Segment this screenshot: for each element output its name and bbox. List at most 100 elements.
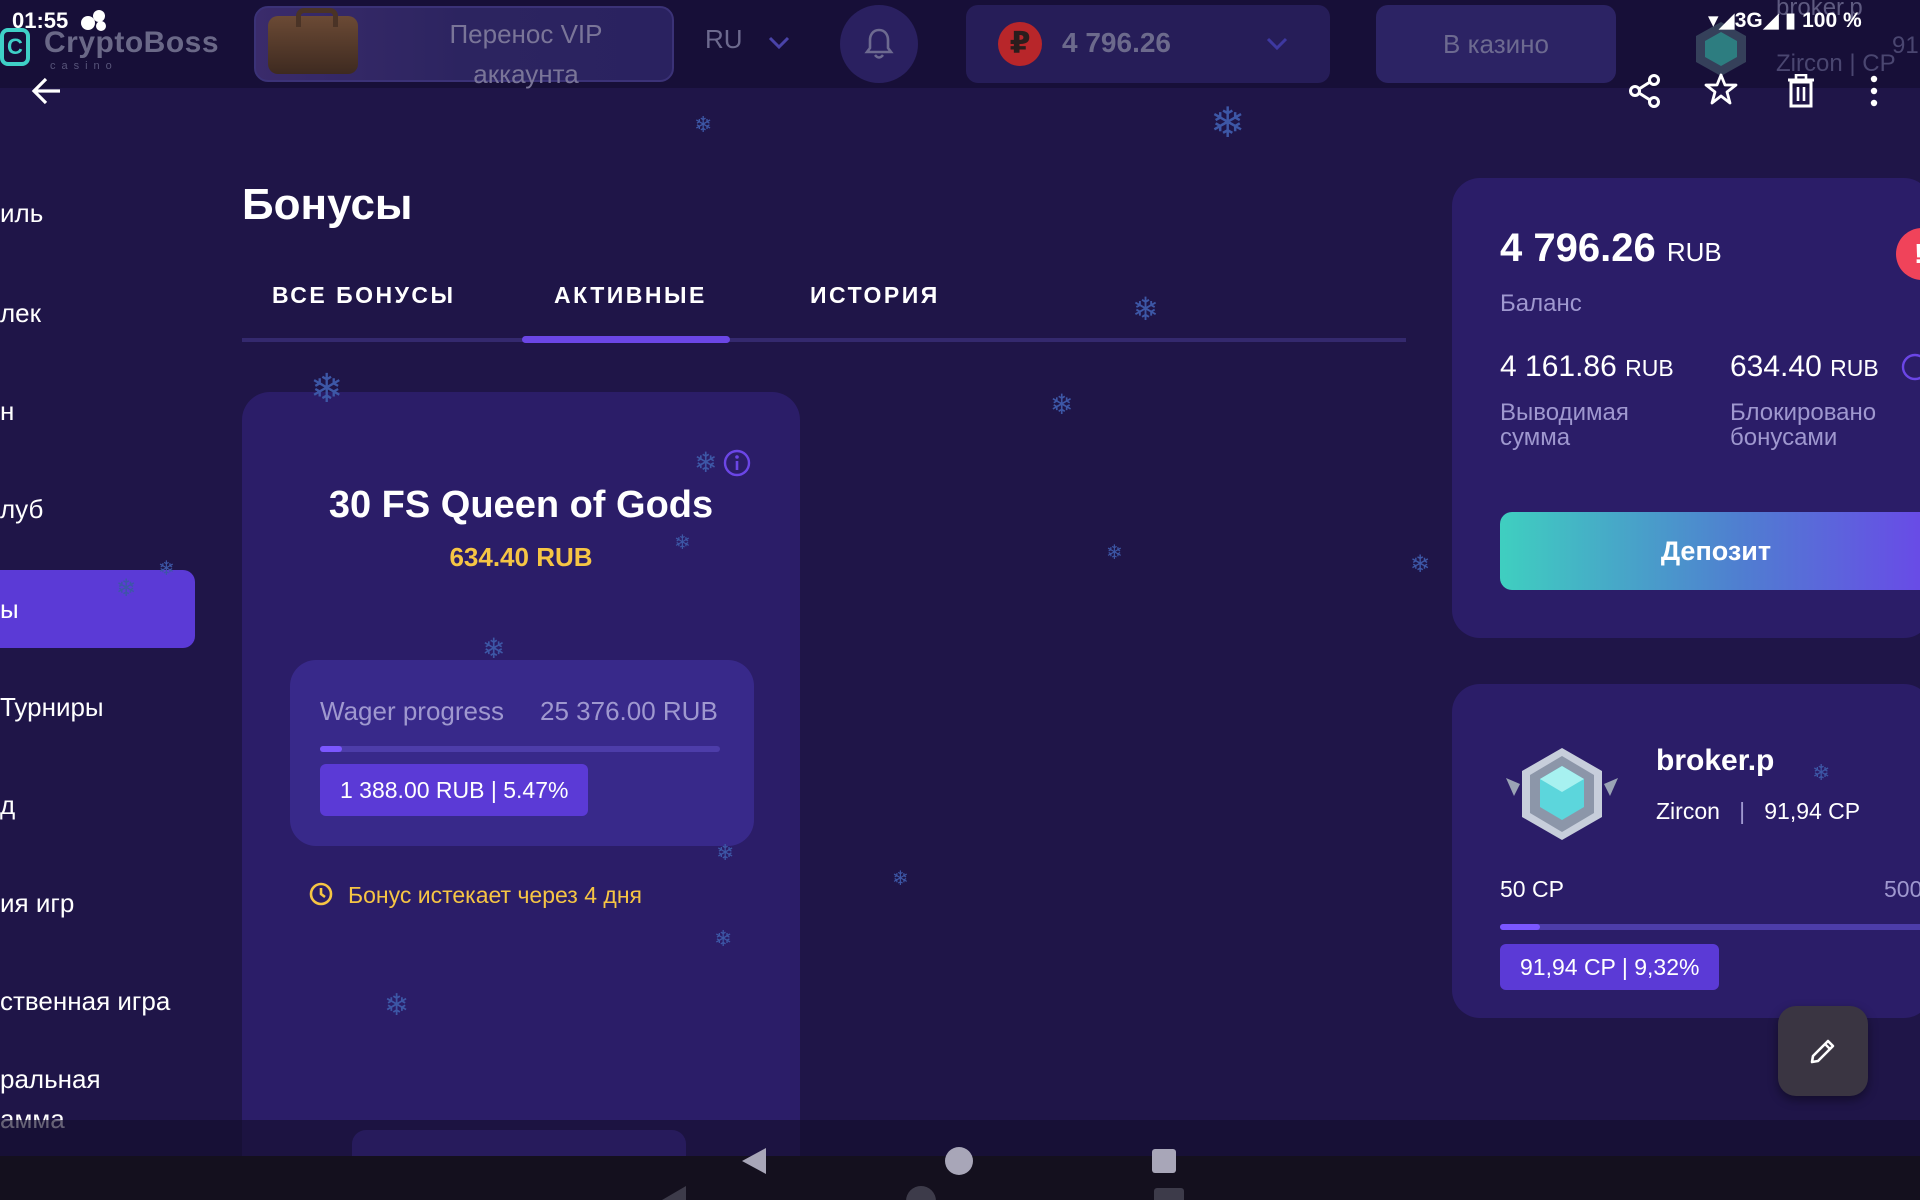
wager-progress-box: Wager progress 25 376.00 RUB 1 388.00 RU… <box>290 660 754 846</box>
wager-progress-fill <box>320 746 342 752</box>
bonus-amount: 634.40 RUB <box>449 542 593 572</box>
pencil-icon <box>1810 1039 1835 1064</box>
snowflake-icon: ❄ <box>116 575 137 602</box>
bonus-title: 30 FS Queen of Gods <box>328 484 714 526</box>
back-arrow-icon[interactable] <box>30 76 64 111</box>
to-casino-button[interactable]: В казино <box>1376 5 1616 83</box>
snowflake-icon: ❄ <box>1106 542 1123 564</box>
language-selector[interactable]: RU <box>705 24 743 55</box>
wager-progress-bar <box>320 746 720 752</box>
snowflake-icon: ❄ <box>384 989 410 1022</box>
sidebar-item-referral[interactable]: ральная <box>0 1064 101 1095</box>
snowflake-icon: ❄ <box>1210 99 1246 146</box>
snowflake-icon: ❄ <box>694 447 718 478</box>
sidebar-item-wallet[interactable]: лек <box>0 298 41 329</box>
level-points: 91,94 CP <box>1764 798 1861 824</box>
balance-amount-value: 4 796.26 <box>1500 226 1656 270</box>
wager-label: Wager progress <box>320 696 504 726</box>
tab-history[interactable]: ИСТОРИЯ <box>810 282 940 309</box>
withdrawable-label: Выводимая сумма <box>1500 399 1629 451</box>
tab-active[interactable]: АКТИВНЫЕ <box>554 282 707 309</box>
level-rank: Zircon <box>1656 798 1720 824</box>
header-balance-value: 4 796.26 <box>1062 27 1171 58</box>
to-casino-label: В казино <box>1443 29 1549 59</box>
ruble-icon: ₽ <box>998 22 1042 66</box>
balance-label: Баланс <box>1500 290 1582 317</box>
bonus-card: 30 FS Queen of Gods 634.40 RUB Wager pro… <box>242 392 800 1192</box>
level-min-label: 50 CP <box>1500 876 1564 902</box>
chevron-down-icon[interactable] <box>768 30 790 52</box>
level-username: broker.p <box>1656 744 1775 777</box>
snowflake-icon: ❄ <box>716 840 735 865</box>
snowflake-icon: ❄ <box>1812 760 1831 785</box>
sidebar-active-highlight <box>0 570 195 648</box>
vip-transfer-button[interactable]: Перенос VIP аккаунта <box>254 6 674 89</box>
logo-text: CryptoBoss <box>44 26 220 59</box>
withdrawable-value: 4 161.86 <box>1500 350 1617 383</box>
star-icon[interactable] <box>1704 72 1738 111</box>
level-progress-fill <box>1500 924 1541 930</box>
app-notification-icon <box>80 8 108 37</box>
bonus-expiry: Бонус истекает через 4 дня <box>309 882 642 909</box>
balance-card: 4 796.26 RUB ! Баланс 4 161.86 RUB 634.4… <box>1452 178 1920 638</box>
sidebar-item-game-history[interactable]: ия игр <box>0 888 74 919</box>
bonus-tabs: ВСЕ БОНУСЫ АКТИВНЫЕ ИСТОРИЯ <box>242 270 1406 343</box>
balance-currency: RUB <box>1666 237 1722 267</box>
active-tab-indicator <box>522 336 730 343</box>
more-vertical-icon[interactable] <box>1868 74 1880 113</box>
deposit-button[interactable]: Депозит <box>1500 512 1920 590</box>
nav-home-icon[interactable] <box>945 1147 973 1175</box>
chevron-down-icon <box>1266 31 1288 57</box>
sidebar-item-3[interactable]: н <box>0 396 14 427</box>
withdrawable-currency: RUB <box>1625 355 1674 381</box>
balance-amount: 4 796.26 RUB <box>1500 226 1722 271</box>
snowflake-icon: ❄ <box>892 868 909 890</box>
info-icon[interactable] <box>1900 352 1920 387</box>
snowflake-icon: ❄ <box>310 367 344 411</box>
suitcase-icon <box>268 8 358 74</box>
snowflake-icon: ❄ <box>158 558 175 580</box>
alert-badge[interactable]: ! <box>1896 228 1920 280</box>
nav-back-icon[interactable] <box>740 1146 768 1181</box>
snowflake-icon: ❄ <box>674 532 691 554</box>
withdrawable-amount: 4 161.86 RUB <box>1500 350 1674 384</box>
status-indicators: ▾◢3G◢ ▮ 100 % <box>1708 9 1862 32</box>
status-time: 01:55 <box>12 8 69 33</box>
wager-total: 25 376.00 RUB <box>540 696 718 726</box>
sidebar-item-7[interactable]: д <box>0 790 15 821</box>
snowflake-icon: ❄ <box>1050 389 1074 420</box>
sidebar-item-club[interactable]: луб <box>0 494 43 525</box>
info-icon[interactable] <box>722 448 752 483</box>
blocked-label: Блокировано бонусами <box>1730 399 1877 451</box>
snowflake-icon: ❄ <box>1410 551 1431 578</box>
blocked-currency: RUB <box>1830 355 1879 381</box>
share-icon[interactable] <box>1628 74 1662 113</box>
level-progress-badge: 91,94 CP | 9,32% <box>1500 944 1720 990</box>
notifications-button[interactable] <box>840 5 918 83</box>
bell-icon <box>864 28 894 59</box>
nav-recents-icon[interactable] <box>1152 1149 1176 1173</box>
tabs-divider <box>242 338 1406 342</box>
level-max-label: 500 <box>1884 876 1920 902</box>
sidebar-item-bonuses[interactable]: ы <box>0 594 19 625</box>
nav-recents-icon[interactable] <box>1154 1188 1184 1200</box>
tab-all-bonuses[interactable]: ВСЕ БОНУСЫ <box>272 282 456 309</box>
wager-progress-badge: 1 388.00 RUB | 5.47% <box>320 764 589 816</box>
trash-icon[interactable] <box>1786 73 1816 113</box>
snowflake-icon: ❄ <box>694 112 713 137</box>
nav-back-icon[interactable] <box>660 1184 688 1200</box>
vip-transfer-label: Перенос VIP аккаунта <box>449 19 603 89</box>
header-balance-dropdown[interactable]: ₽ 4 796.26 <box>966 5 1330 83</box>
clock-icon <box>309 882 333 906</box>
sidebar-item-responsible-gaming[interactable]: ственная игра <box>0 986 170 1017</box>
sidebar-item-tournaments[interactable]: Турниры <box>0 692 104 723</box>
logo-subtext: casino <box>50 60 118 72</box>
sidebar-item-profile[interactable]: иль <box>0 198 43 229</box>
level-progress-bar <box>1500 924 1920 930</box>
edit-fab-button[interactable] <box>1778 1006 1868 1096</box>
snowflake-icon: ❄ <box>1132 291 1159 327</box>
loyalty-level-card: broker.p Zircon | 91,94 CP 50 CP 500 91,… <box>1452 684 1920 1018</box>
snowflake-icon: ❄ <box>714 926 733 951</box>
blocked-value: 634.40 <box>1730 350 1822 383</box>
snowflake-icon: ❄ <box>482 633 506 664</box>
